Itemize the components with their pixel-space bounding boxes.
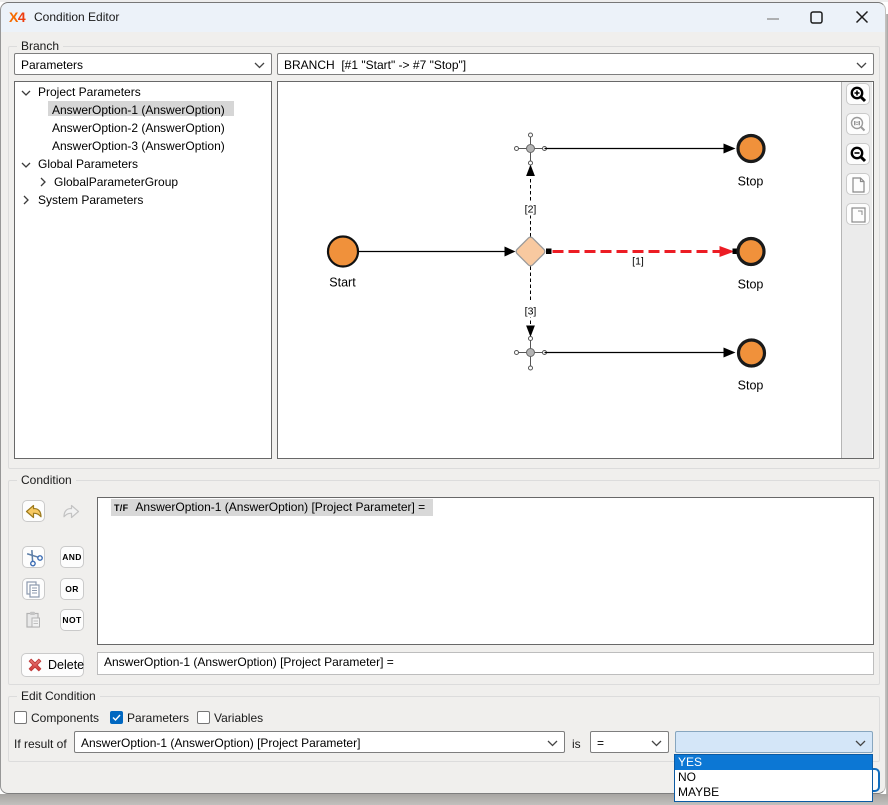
svg-text:[2]: [2] (525, 204, 537, 216)
svg-text:Start: Start (329, 276, 356, 290)
svg-text:Stop: Stop (738, 175, 764, 189)
svg-text:Stop: Stop (738, 379, 764, 393)
svg-text:[1]: [1] (632, 256, 644, 268)
svg-text:Stop: Stop (738, 278, 764, 292)
svg-text:[3]: [3] (525, 306, 537, 318)
